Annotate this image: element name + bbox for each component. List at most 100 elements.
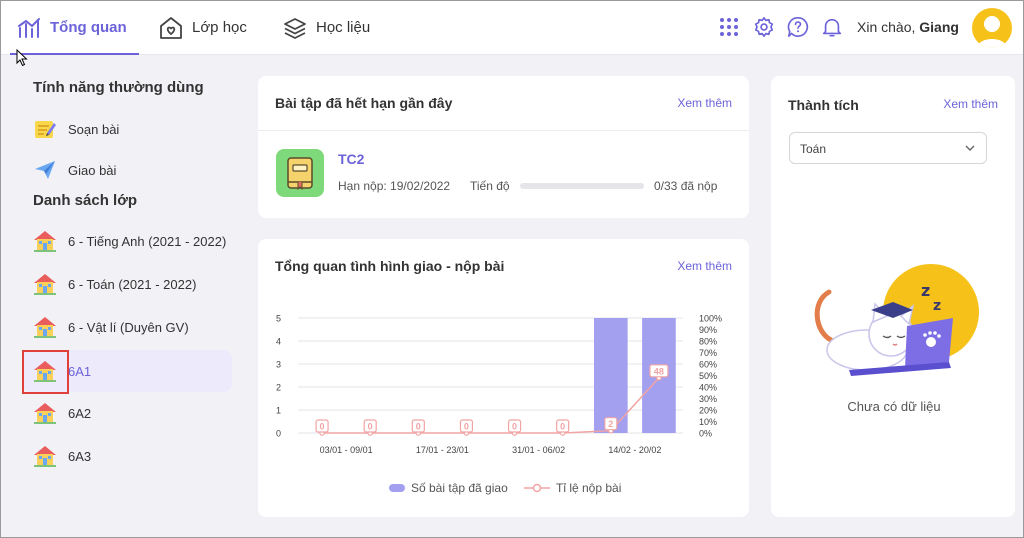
legend-bar-series[interactable]: Số bài tập đã giao bbox=[389, 481, 508, 495]
sidebar-item-label: Soạn bài bbox=[68, 121, 120, 137]
y-right-tick-label: 0% bbox=[699, 429, 712, 439]
x-tick-label: 03/01 - 09/01 bbox=[320, 445, 373, 455]
data-label: 0 bbox=[512, 422, 517, 432]
progress-bar bbox=[520, 183, 644, 189]
selection-highlight bbox=[22, 350, 69, 394]
y-left-tick-label: 5 bbox=[276, 314, 281, 324]
features-heading: Tính năng thường dùng bbox=[33, 79, 204, 96]
layers-icon bbox=[282, 15, 308, 41]
user-name: Giang bbox=[919, 19, 959, 35]
chart-bar bbox=[593, 318, 628, 433]
sidebar-item-label: 6 - Toán (2021 - 2022) bbox=[68, 276, 197, 292]
chevron-down-icon bbox=[965, 145, 975, 151]
paper-plane-icon bbox=[32, 157, 58, 183]
greeting-prefix: Xin chào, bbox=[857, 19, 920, 35]
overview-chart: 0123450%10%20%30%40%50%60%70%80%90%100%0… bbox=[276, 314, 722, 456]
tab-label: Lớp học bbox=[192, 19, 247, 36]
submission-count: 0/33 đã nộp bbox=[654, 179, 718, 193]
greeting: Xin chào, Giang bbox=[857, 19, 959, 35]
data-label: 2 bbox=[608, 419, 613, 429]
progress-label: Tiến độ bbox=[470, 179, 510, 193]
homework-name-link[interactable]: TC2 bbox=[338, 151, 364, 167]
data-label: 0 bbox=[560, 422, 565, 432]
data-label: 0 bbox=[320, 422, 325, 432]
achievements-card: Thành tích Xem thêm Toán z z Chưa có dữ … bbox=[771, 76, 1015, 517]
avatar[interactable] bbox=[972, 8, 1012, 48]
legend-line-swatch bbox=[524, 483, 550, 493]
y-right-tick-label: 30% bbox=[699, 394, 717, 404]
book-icon bbox=[276, 149, 324, 197]
sidebar-item-class[interactable]: 6 - Tiếng Anh (2021 - 2022) bbox=[22, 220, 232, 262]
y-left-tick-label: 1 bbox=[276, 406, 281, 416]
expired-homework-card: Bài tập đã hết hạn gần đây Xem thêm TC2 … bbox=[258, 76, 749, 218]
y-left-tick-label: 2 bbox=[276, 383, 281, 393]
legend-bar-swatch bbox=[389, 484, 405, 492]
school-icon bbox=[32, 443, 58, 469]
tab-overview[interactable]: Tổng quan bbox=[10, 0, 139, 55]
school-icon bbox=[32, 228, 58, 254]
sidebar-item-class[interactable]: 6 - Vật lí (Duyên GV) bbox=[22, 306, 232, 348]
see-more-link[interactable]: Xem thêm bbox=[943, 97, 998, 111]
divider bbox=[258, 130, 749, 131]
data-label: 0 bbox=[464, 422, 469, 432]
legend-line-series[interactable]: Tỉ lệ nộp bài bbox=[524, 481, 621, 495]
tab-label: Học liệu bbox=[316, 19, 371, 36]
svg-text:z: z bbox=[921, 281, 930, 300]
y-right-tick-label: 60% bbox=[699, 360, 717, 370]
notepad-icon bbox=[32, 116, 58, 142]
data-label: 48 bbox=[654, 366, 664, 376]
card-title: Thành tích bbox=[788, 97, 859, 113]
card-title: Bài tập đã hết hạn gần đây bbox=[275, 95, 453, 111]
classes-heading: Danh sách lớp bbox=[33, 192, 138, 209]
gear-icon[interactable] bbox=[752, 15, 776, 39]
chart-icon bbox=[16, 15, 42, 41]
sidebar-item-label: 6 - Vật lí (Duyên GV) bbox=[68, 319, 189, 335]
y-right-tick-label: 90% bbox=[699, 325, 717, 335]
mouse-cursor-icon bbox=[16, 49, 28, 67]
x-tick-label: 14/02 - 20/02 bbox=[608, 445, 661, 455]
data-label: 0 bbox=[368, 422, 373, 432]
sidebar-item-label: 6A1 bbox=[68, 363, 92, 379]
bell-icon[interactable] bbox=[820, 15, 844, 39]
data-label: 0 bbox=[416, 422, 421, 432]
y-right-tick-label: 70% bbox=[699, 348, 717, 358]
sidebar-item-class[interactable]: 6 - Toán (2021 - 2022) bbox=[22, 263, 232, 305]
y-right-tick-label: 10% bbox=[699, 417, 717, 427]
y-left-tick-label: 4 bbox=[276, 337, 281, 347]
legend-label: Tỉ lệ nộp bài bbox=[556, 481, 622, 495]
school-icon bbox=[32, 400, 58, 426]
overview-chart-card: Tổng quan tình hình giao - nộp bài Xem t… bbox=[258, 239, 749, 517]
x-tick-label: 31/01 - 06/02 bbox=[512, 445, 565, 455]
empty-state-text: Chưa có dữ liệu bbox=[847, 399, 941, 414]
apps-grid-icon[interactable] bbox=[717, 15, 741, 39]
y-left-tick-label: 3 bbox=[276, 360, 281, 370]
sidebar-item-label: 6A2 bbox=[68, 405, 92, 421]
y-left-tick-label: 0 bbox=[276, 429, 281, 439]
see-more-link[interactable]: Xem thêm bbox=[677, 96, 732, 110]
tab-materials[interactable]: Học liệu bbox=[282, 0, 370, 55]
y-right-tick-label: 80% bbox=[699, 337, 717, 347]
sidebar-item-assign[interactable]: Giao bài bbox=[22, 149, 232, 191]
sidebar-item-label: 6A3 bbox=[68, 448, 92, 464]
x-tick-label: 17/01 - 23/01 bbox=[416, 445, 469, 455]
sleeping-cat-illustration: z z bbox=[814, 264, 979, 376]
y-right-tick-label: 20% bbox=[699, 406, 717, 416]
school-icon bbox=[32, 314, 58, 340]
y-right-tick-label: 40% bbox=[699, 383, 717, 393]
sidebar-item-compose-lesson[interactable]: Soạn bài bbox=[22, 108, 232, 150]
top-navigation-bar: Tổng quan Lớp học Học liệu Xin chào, Gia… bbox=[0, 0, 1024, 55]
subject-select[interactable]: Toán bbox=[789, 132, 987, 164]
homework-deadline: Hạn nộp: 19/02/2022 bbox=[338, 179, 451, 193]
sidebar-item-label: Giao bài bbox=[68, 162, 117, 178]
tab-classes[interactable]: Lớp học bbox=[158, 0, 247, 55]
sidebar-item-class[interactable]: 6A3 bbox=[22, 435, 232, 477]
help-icon[interactable] bbox=[786, 15, 810, 39]
sidebar-item-class[interactable]: 6A2 bbox=[22, 392, 232, 434]
y-right-tick-label: 100% bbox=[699, 314, 722, 324]
sidebar-item-label: 6 - Tiếng Anh (2021 - 2022) bbox=[68, 233, 227, 249]
tab-label: Tổng quan bbox=[50, 19, 127, 36]
svg-text:z: z bbox=[933, 298, 941, 314]
school-icon bbox=[32, 271, 58, 297]
legend-label: Số bài tập đã giao bbox=[411, 481, 508, 495]
subject-select-value: Toán bbox=[800, 142, 827, 156]
